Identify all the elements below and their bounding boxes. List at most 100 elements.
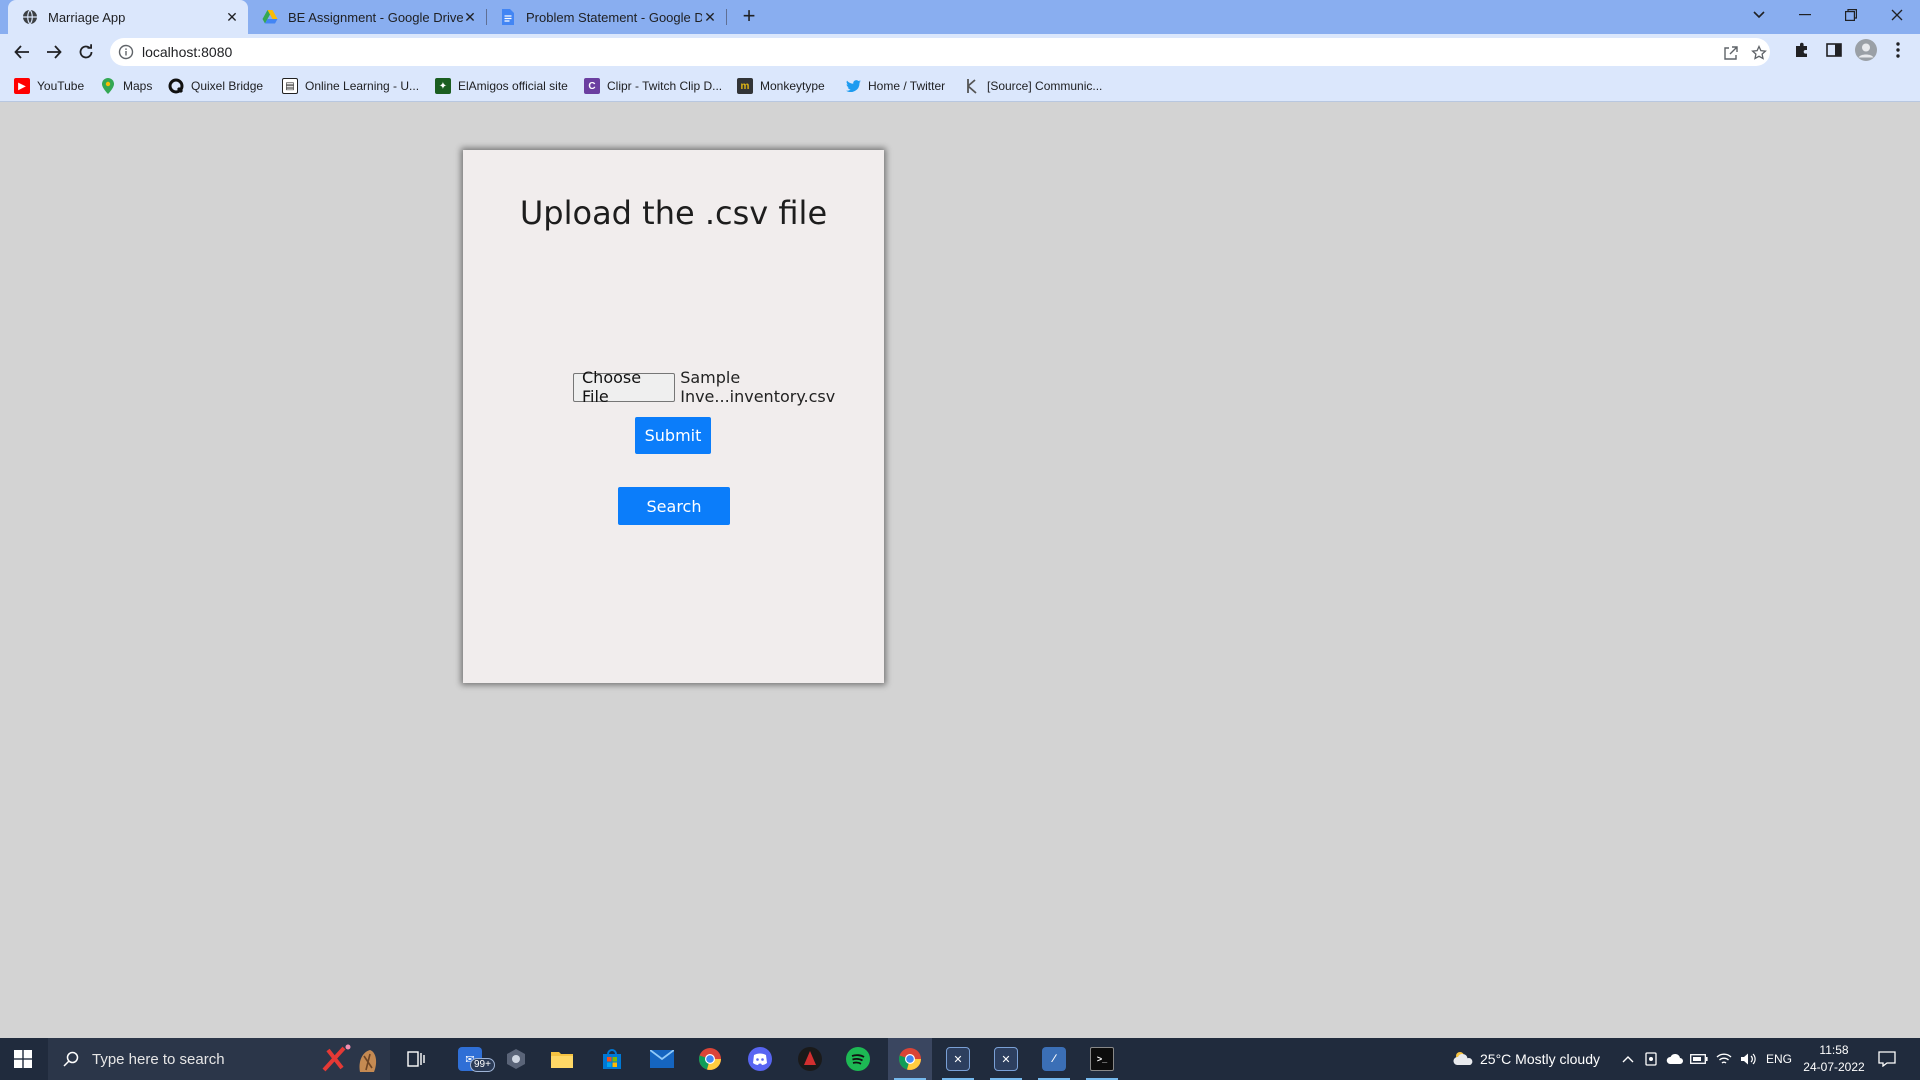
show-hidden-icons[interactable] [1622,1038,1634,1080]
onedrive-icon[interactable] [1666,1038,1684,1080]
side-panel-icon[interactable] [1822,38,1846,62]
bookmark-label: Monkeytype [760,79,825,93]
bookmark-label: Quixel Bridge [191,79,264,93]
close-window-icon[interactable] [1874,0,1920,30]
steam-icon[interactable] [494,1038,538,1080]
tab-problem-statement[interactable]: Problem Statement - Google Doc ✕ [486,0,726,34]
monkeytype-icon: m [737,78,753,94]
weather-text: 25°C Mostly cloudy [1480,1051,1600,1067]
file-input[interactable]: Choose File Sample Inve...inventory.csv [573,368,884,406]
bookmark-monkeytype[interactable]: m Monkeytype [737,77,825,95]
bookmark-label: YouTube [37,79,85,93]
discord-icon[interactable] [738,1038,782,1080]
search-placeholder: Type here to search [92,1050,225,1068]
visual-studio-icon[interactable]: ✕ [936,1038,980,1080]
chrome-icon[interactable] [688,1038,732,1080]
close-tab-icon[interactable]: ✕ [224,9,240,25]
reload-icon[interactable] [72,38,100,66]
bookmark-star-icon[interactable] [1750,44,1768,62]
wifi-icon[interactable] [1716,1038,1732,1080]
microsoft-store-icon[interactable] [590,1038,634,1080]
file-explorer-icon[interactable] [540,1038,584,1080]
vs-tile-icon: ✕ [946,1047,970,1071]
close-tab-icon[interactable]: ✕ [702,9,718,25]
address-bar[interactable]: localhost:8080 [110,38,1770,66]
notifications-icon[interactable] [1878,1038,1896,1080]
bookmark-youtube[interactable]: ▶ YouTube [14,77,84,95]
terminal-tile-icon: >_ [1090,1047,1114,1071]
bookmark-elamigos[interactable]: ✦ ElAmigos official site [435,77,568,95]
maps-icon [100,78,116,94]
cloud-icon [1452,1050,1474,1069]
menu-kebab-icon[interactable] [1886,38,1910,62]
bookmark-online-learning[interactable]: ▤ Online Learning - U... [282,77,419,95]
volume-icon[interactable] [1740,1038,1756,1080]
spotify-icon[interactable] [836,1038,880,1080]
tab-title: Marriage App [48,9,126,25]
tab-be-assignment[interactable]: BE Assignment - Google Drive ✕ [248,0,486,34]
google-docs-icon [500,9,516,25]
youtube-icon: ▶ [14,78,30,94]
battery-icon[interactable] [1690,1038,1708,1080]
bookmark-source[interactable]: [Source] Communic... [964,77,1102,95]
bookmarks-bar: ▶ YouTube Maps Quixel Bridge ▤ Online Le… [0,70,1920,102]
url-text: localhost:8080 [142,44,233,60]
mail-icon[interactable] [640,1038,684,1080]
book-icon: ▤ [282,78,298,94]
visual-studio-2-icon[interactable]: ✕ [984,1038,1028,1080]
meet-now-icon[interactable] [1644,1038,1658,1080]
tab-title: BE Assignment - Google Drive [288,9,464,25]
search-highlight-icon [318,1044,384,1079]
close-tab-icon[interactable]: ✕ [462,9,478,25]
extensions-icon[interactable] [1790,38,1814,62]
weather-widget[interactable]: 25°C Mostly cloudy [1452,1038,1600,1080]
bookmark-label: [Source] Communic... [987,79,1103,93]
globe-icon [22,9,38,25]
page-viewport: Upload the .csv file Choose File Sample … [0,102,1920,1038]
vs-tile-icon: ✕ [994,1047,1018,1071]
clipr-icon: C [584,78,600,94]
clock-date: 24-07-2022 [1803,1060,1865,1074]
clock-time: 11:58 [1819,1043,1849,1057]
tab-title: Problem Statement - Google Doc [526,9,702,25]
task-view-icon[interactable] [394,1038,438,1080]
terminal-icon[interactable]: >_ [1080,1038,1124,1080]
site-info-icon[interactable] [118,44,134,60]
selected-file-name: Sample Inve...inventory.csv [680,368,836,406]
restore-icon[interactable] [1828,0,1874,30]
bookmark-clipr[interactable]: C Clipr - Twitch Clip D... [584,77,722,95]
back-icon[interactable] [8,38,36,66]
tab-marriage-app[interactable]: Marriage App ✕ [8,0,248,34]
tab-strip: Marriage App ✕ BE Assignment - Google Dr… [0,0,1920,34]
tab-separator [726,9,727,25]
search-button[interactable]: Search [618,487,730,525]
google-drive-icon [262,9,278,25]
profile-avatar-icon[interactable] [1854,38,1878,62]
submit-button[interactable]: Submit [635,417,711,454]
tab-search-icon[interactable] [1736,0,1782,30]
mail-app-icon[interactable]: ✉ 99+ [448,1038,495,1080]
new-tab-button[interactable]: + [738,5,760,28]
choose-file-button[interactable]: Choose File [573,368,676,406]
editor-app-icon[interactable]: ∕ [1032,1038,1076,1080]
forward-icon[interactable] [40,38,68,66]
taskbar-search-box[interactable]: Type here to search [48,1038,390,1080]
twitter-icon [845,78,861,94]
clock[interactable]: 11:58 24-07-2022 [1800,1042,1868,1076]
bookmark-quixel-bridge[interactable]: Quixel Bridge [168,77,263,95]
browser-toolbar: localhost:8080 [0,34,1920,70]
bookmark-label: Online Learning - U... [305,79,420,93]
bookmark-label: ElAmigos official site [458,79,568,93]
chrome-active-icon[interactable] [888,1038,932,1080]
source-icon [964,78,980,94]
bookmark-label: Clipr - Twitch Clip D... [607,79,723,93]
share-icon[interactable] [1722,44,1740,62]
bookmark-maps[interactable]: Maps [100,77,152,95]
language-indicator[interactable]: ENG [1766,1038,1792,1080]
game-launcher-icon[interactable] [788,1038,832,1080]
taskbar: Type here to search ✉ 99+ ✕ ✕ ∕ >_ 25°C … [0,1038,1920,1080]
windows-start-icon[interactable] [0,1038,46,1080]
bookmark-twitter[interactable]: Home / Twitter [845,77,945,95]
minimize-icon[interactable] [1782,0,1828,30]
bookmark-label: Maps [123,79,153,93]
